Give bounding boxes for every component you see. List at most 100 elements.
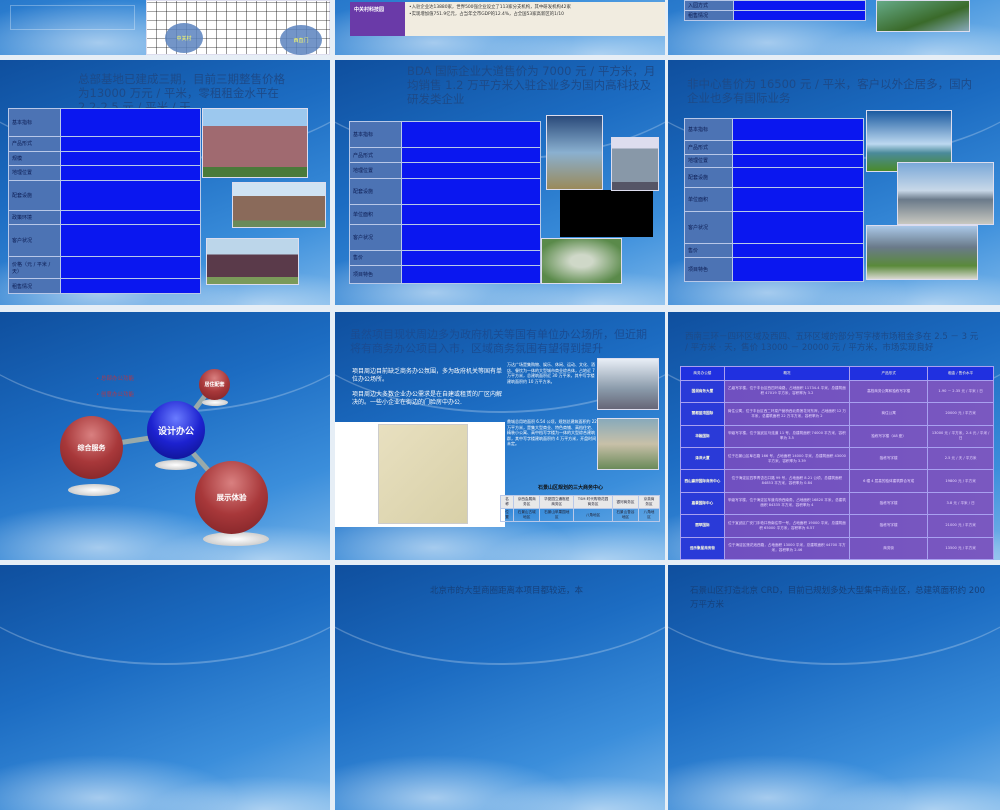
building-name: 丽苹国际 (680, 514, 725, 538)
wanda-rendering (597, 358, 659, 410)
row-label: 中关村科技园 (350, 2, 405, 36)
row-label: 项目特色 (683, 257, 734, 282)
overview: 甲级写字楼，位于宣武区马连道 11 号，总建筑面积 74000 平方米，容积率为… (723, 424, 851, 448)
overview: 位于海淀区莲花池西路，占地面积 13000 平米，总建筑面积 44700 平方米… (723, 536, 851, 560)
product-type: 6 幢 4 层高的独体建筑群合写成 (848, 469, 929, 493)
table-row: 位置 石景山古城地区 石景山苹果园地区 八角地区 石景山鲁谷地区 八角地区 (499, 508, 660, 522)
tower-photo (546, 115, 603, 190)
dingcheng-rendering (597, 418, 659, 470)
map-region-xizhimen: 西直门 (280, 25, 322, 55)
price-level: 19800 元 / 平方米 (927, 469, 994, 493)
aerial-rendering-image (876, 0, 970, 32)
row-label: 规模 (8, 150, 61, 167)
map-region-zhongguancun: 中关村 (165, 23, 203, 53)
slide-thumbnail-8[interactable]: 虽然项目现状周边多为政府机关等国有单位办公场所，但近期将有商务办公项目入市，区域… (335, 312, 665, 560)
slide-thumbnail-12[interactable]: 石景山区打造北京 CRD，目前已规划多处大型集中商业区，总建筑面积约 200 万… (668, 565, 1000, 810)
node-residential: 居住配套 (199, 369, 230, 400)
slide-thumbnail-2[interactable]: 中关村科技园 •入驻企业达13880家，世界500强企业设立了113家分支机构，… (335, 0, 665, 55)
row-label: 配套设施 (683, 167, 734, 189)
slide-title: BDA 国际企业大道售价为 7000 元 / 平方米，月均销售 1.2 万平方米… (407, 64, 656, 106)
building-name: 嘉豪国际中心 (680, 491, 725, 516)
building-name: 华融国际 (680, 424, 725, 448)
overview: 位于海淀区四季青杏石口路 99 号，占地面积 8.21 公顷，总建筑面积 848… (723, 469, 851, 493)
slide-thumbnail-10[interactable] (0, 565, 330, 810)
table-row: 入园方式 (684, 0, 867, 11)
product-type: 商务街 (848, 536, 929, 560)
row-label: 客户状况 (8, 224, 61, 258)
info-table: 基本指标 产品形式 地理位置 配套设施 单位面积 客户状况 售价 项目特色 (683, 118, 864, 282)
product-type: 独栋写字楼（A8 座） (848, 424, 929, 448)
price-level: 21000 元 / 平方米 (927, 514, 994, 538)
bullet-list: 项目周边目前缺乏商务办公氛围，多为政府机关等国有单位办公场所。 项目周边大多数企… (352, 368, 502, 406)
row-label: 基本指标 (8, 108, 61, 137)
slide-thumbnail-3[interactable]: 入园方式 租售情况 (668, 0, 1000, 55)
black-placeholder (560, 190, 653, 237)
row-label: 基本指标 (683, 118, 734, 141)
product-type: 高档商务公寓和独栋写字楼 (848, 379, 929, 404)
overview: 甲级写字楼，位于海淀区车道沟桥西南角，占地面积 16820 平米，总建筑面积 8… (723, 491, 851, 516)
slide-thumbnail-7[interactable]: • 总部办公功能 • 创意办公功能 综合服务 居住配套 展示体验 设计办公 (0, 312, 330, 560)
office-market-table: 商务办公楼 概况 产品形式 租金 / 售价水平 国润商务大厦 乙级写字楼，位于丰台区西四… (680, 366, 994, 560)
price-level: 13500 元 / 平方米 (927, 536, 994, 560)
row-label: 客户状况 (683, 211, 734, 245)
price-level: 20000 元 / 平方米 (927, 402, 994, 426)
table-row: 丽苹国际 位于宣武区广安门手帕口桥南往早一号，占地面积 19000 平米，总建筑面… (680, 514, 994, 538)
text-frame (10, 5, 135, 30)
slide-thumbnail-11[interactable]: 北京市的大型商圈距离本项目都较远，本 (335, 565, 665, 810)
slide-thumbnail-6[interactable]: 非中心售价为 16500 元 / 平米，客户以外企居多，国内企业也多有国际业务 … (668, 60, 1000, 305)
slide-thumbnail-5[interactable]: BDA 国际企业大道售价为 7000 元 / 平方米，月均销售 1.2 万平方米… (335, 60, 665, 305)
bullet-item: 项目周边目前缺乏商务办公氛围，多为政府机关等国有单位办公场所。 (352, 368, 503, 383)
row-label: 地理位置 (8, 165, 61, 181)
building-photo (611, 137, 659, 191)
building-name: 远乐聚星商务街 (680, 536, 725, 560)
building-name: 丽都蓝湾国际 (680, 402, 725, 426)
slide-thumbnail-1[interactable]: 中关村 西直门 (0, 0, 330, 55)
building-photo (202, 108, 308, 178)
building-photo (232, 182, 326, 228)
node-exhibition: 展示体验 (195, 461, 268, 534)
overview: 商住公寓，位于丰台区西二环菜户营桥西北角莲花河东岸，占地面积 12 万平米，总建… (723, 402, 851, 426)
table-row: 嘉豪国际中心 甲级写字楼，位于海淀区车道沟桥西南角，占地面积 16820 平米，总… (680, 491, 994, 516)
info-table: 基本指标 产品形式 规模 地理位置 配套设施 政策环境 客户状况 价格（元 / … (8, 108, 202, 294)
row-label: 租售情况 (8, 278, 61, 294)
table-row: 华融国际 甲级写字楼，位于宣武区马连道 11 号，总建筑面积 74000 平方米，… (680, 424, 994, 448)
row-label: 产品形式 (683, 140, 734, 155)
slide-title: 非中心售价为 16500 元 / 平米，客户以外企居多，国内企业也多有国际业务 (687, 77, 973, 105)
row-label: 地理位置 (349, 162, 402, 179)
district-map-image: 中关村 西直门 (146, 0, 330, 55)
dingcheng-description: 鼎城总用地面积 6.54 公顷，规划总建筑面积约 22 万平方米，是集大型商业、… (507, 419, 597, 446)
overview: 位于宣武区广安门手帕口桥南往早一号，占地面积 19000 平米，总建筑面积 65… (723, 514, 851, 538)
stat-line: •入驻企业达13880家，世界500强企业设立了113家分支机构，其中研发机构4… (409, 5, 571, 10)
building-name: 泽洋大厦 (680, 446, 725, 471)
campus-photo (897, 162, 994, 225)
slide-title: 西南三环－四环区域及西四、五环区域的部分写字楼市场租金多在 2.5 － 3 元 … (685, 332, 979, 353)
node-general-services: 综合服务 (60, 416, 123, 479)
table-row: 丽都蓝湾国际 商住公寓，位于丰台区西二环菜户营桥西北角莲花河东岸，占地面积 12 … (680, 402, 994, 426)
row-label: 客户状况 (349, 223, 402, 251)
slide-title: 石景山区打造北京 CRD，目前已规划多处大型集中商业区，总建筑面积约 200 万… (690, 586, 986, 610)
wanda-description: 万达广场是集购物、娱乐、休闲、运动、文化、酒店、餐饮为一体的大型城市商业综合体，… (507, 362, 595, 384)
slide-title: 虽然项目现状周边多为政府机关等国有单位办公场所，但近期将有商务办公项目入市，区域… (350, 328, 647, 355)
building-name: 西山赢府国际商务中心 (680, 469, 725, 493)
price-level: 2.5 元 / 天 / 平方米 (927, 446, 994, 471)
row-label: 单位面积 (349, 203, 402, 225)
info-table: 基本指标 产品形式 地理位置 配套设施 单位面积 客户状况 售价 项目特色 (349, 121, 542, 284)
overview: 位于石景山区阜石路 166 号，占地面积 14000 平米，总建筑面积 4300… (723, 446, 851, 471)
row-label: 项目特色 (349, 265, 402, 284)
building-name: 国润商务大厦 (680, 379, 725, 404)
table-row: 泽洋大厦 位于石景山区阜石路 166 号，占地面积 14000 平米，总建筑面积 … (680, 446, 994, 471)
slide-thumbnail-4[interactable]: 总部基地已建成三期，目前三期整售价格为13000 万元 / 平米，零租租金水平在… (0, 60, 330, 305)
product-type: 独栋写字楼 (848, 491, 929, 516)
aerial-rendering-image (541, 238, 622, 284)
row-label: 产品形式 (349, 146, 402, 164)
price-level: 3.8 元 / 平米 / 日 (927, 491, 994, 516)
row-label: 价格（元 / 平米 / 天） (8, 256, 61, 280)
row-label: 单位面积 (683, 187, 734, 213)
table-row: 租售情况 (684, 10, 867, 21)
bullet-item: 项目周边大多数企业办公需求是在自建或租赁的厂区内解决的。一些小企业在街边的门脸房… (352, 391, 503, 406)
table-row-zhongguancun: 中关村科技园 •入驻企业达13880家，世界500强企业设立了113家分支机构，… (350, 2, 665, 36)
table-row: 名称 京西会展商务区 华夏园立通枢纽商务区 TSM 时代购物花园商务区 银河商务区 京英商… (499, 495, 660, 509)
row-label: 配套设施 (349, 177, 402, 205)
slide-thumbnail-9[interactable]: 西南三环－四环区域及西四、五环区域的部分写字楼市场租金多在 2.5 － 3 元 … (668, 312, 1000, 560)
table-row: 国润商务大厦 乙级写字楼，位于丰台区西四环南路，占地面积 11734.4 平米，总… (680, 379, 994, 404)
